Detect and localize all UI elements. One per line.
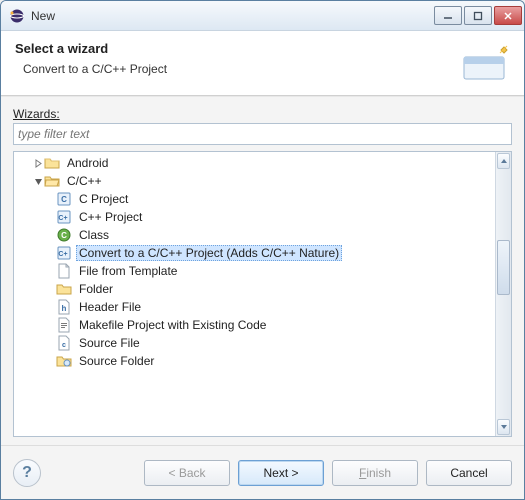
expand-icon[interactable] [32, 157, 44, 169]
page-subtitle: Convert to a C/C++ Project [15, 62, 452, 76]
svg-text:C: C [61, 195, 67, 204]
next-button[interactable]: Next > [238, 460, 324, 486]
tree-item[interactable]: C C Project [14, 190, 495, 208]
titlebar[interactable]: New [1, 1, 524, 31]
svg-text:c: c [62, 342, 66, 349]
scroll-up-icon[interactable] [497, 153, 510, 169]
c-file-icon: C [56, 191, 72, 207]
folder-open-icon [44, 173, 60, 189]
minimize-button[interactable] [434, 6, 462, 25]
cancel-button[interactable]: Cancel [426, 460, 512, 486]
svg-text:C+: C+ [58, 251, 67, 258]
vertical-scrollbar[interactable] [495, 152, 511, 436]
window-title: New [31, 9, 434, 23]
file-icon [56, 263, 72, 279]
tree-label: Convert to a C/C++ Project (Adds C/C++ N… [76, 245, 342, 261]
scroll-down-icon[interactable] [497, 419, 510, 435]
finish-button[interactable]: Finish [332, 460, 418, 486]
class-icon: C [56, 227, 72, 243]
tree-item[interactable]: Makefile Project with Existing Code [14, 316, 495, 334]
h-file-icon: h [56, 299, 72, 315]
cpp-file-icon: C+ [56, 245, 72, 261]
svg-text:C+: C+ [58, 215, 67, 222]
tree-item[interactable]: C+ C++ Project [14, 208, 495, 226]
tree-label: Android [64, 155, 111, 171]
tree-label: Folder [76, 281, 116, 297]
page-title: Select a wizard [15, 41, 452, 56]
collapse-icon[interactable] [32, 175, 44, 187]
tree-item[interactable]: File from Template [14, 262, 495, 280]
tree-label: Makefile Project with Existing Code [76, 317, 269, 333]
folder-icon [56, 281, 72, 297]
tree-label: Header File [76, 299, 144, 315]
tree-node-cpp[interactable]: C/C++ [14, 172, 495, 190]
tree-label: C++ Project [76, 209, 145, 225]
wizard-footer: ? < Back Next > Finish Cancel [1, 445, 524, 499]
tree-label: Source File [76, 335, 143, 351]
close-button[interactable] [494, 6, 522, 25]
scroll-track[interactable] [497, 170, 510, 418]
tree-item[interactable]: C+ Convert to a C/C++ Project (Adds C/C++… [14, 244, 495, 262]
wizard-banner-icon [460, 43, 510, 83]
wizards-label: Wizards: [13, 107, 512, 121]
tree-label: Class [76, 227, 112, 243]
tree-item[interactable]: h Header File [14, 298, 495, 316]
svg-text:h: h [62, 304, 67, 313]
wizard-tree[interactable]: Android C/C++ C C Project C+ C++ Project C Cl… [14, 152, 495, 436]
wizard-header: Select a wizard Convert to a C/C++ Proje… [1, 31, 524, 96]
svg-text:C: C [61, 231, 67, 240]
eclipse-icon [9, 8, 25, 24]
tree-label: Source Folder [76, 353, 157, 369]
tree-container: Android C/C++ C C Project C+ C++ Project C Cl… [13, 151, 512, 437]
tree-label: File from Template [76, 263, 180, 279]
tree-item[interactable]: C Class [14, 226, 495, 244]
help-button[interactable]: ? [13, 459, 41, 487]
tree-item[interactable]: c Source File [14, 334, 495, 352]
maximize-button[interactable] [464, 6, 492, 25]
tree-node-android[interactable]: Android [14, 154, 495, 172]
makefile-icon [56, 317, 72, 333]
back-button[interactable]: < Back [144, 460, 230, 486]
scroll-thumb[interactable] [497, 240, 510, 295]
tree-label: C/C++ [64, 173, 105, 189]
folder-icon [44, 155, 60, 171]
tree-item[interactable]: Source Folder [14, 352, 495, 370]
filter-input[interactable] [13, 123, 512, 145]
wizard-body: Wizards: Android C/C++ CC Projec [1, 96, 524, 445]
tree-label: C Project [76, 191, 131, 207]
dialog-window: New Select a wizard Convert to a C/C++ P… [0, 0, 525, 500]
tree-item[interactable]: Folder [14, 280, 495, 298]
src-file-icon: c [56, 335, 72, 351]
cpp-file-icon: C+ [56, 209, 72, 225]
window-controls [434, 6, 522, 25]
src-folder-icon [56, 353, 72, 369]
